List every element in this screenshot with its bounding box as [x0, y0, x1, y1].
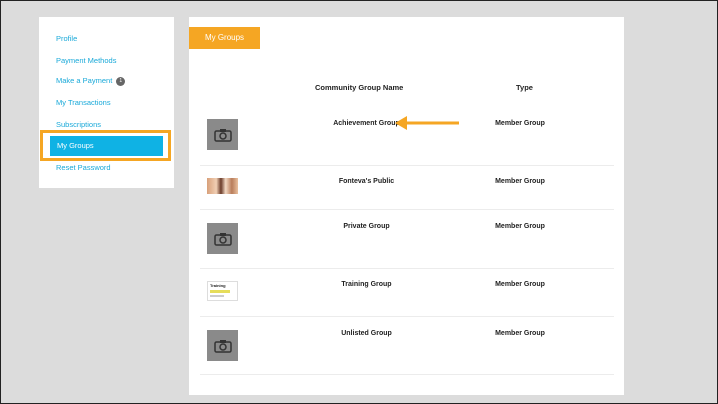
training-image: Training	[207, 281, 238, 301]
sidebar-item-my-groups[interactable]: My Groups	[50, 136, 163, 156]
table-row[interactable]: Unlisted Group Member Group	[200, 316, 614, 375]
sidebar-item-my-transactions[interactable]: My Transactions	[56, 98, 111, 107]
group-type: Member Group	[495, 281, 545, 288]
column-header-name: Community Group Name	[315, 83, 404, 92]
sidebar-item-label: Make a Payment	[56, 76, 113, 85]
training-image-text: Training	[210, 283, 226, 288]
pointer-arrow-icon	[395, 116, 459, 130]
group-name[interactable]: Fonteva's Public	[304, 178, 429, 185]
camera-icon	[207, 330, 238, 361]
group-type: Member Group	[495, 223, 545, 230]
sidebar-item-make-a-payment[interactable]: Make a Payment 1	[56, 76, 126, 86]
camera-icon	[207, 119, 238, 150]
group-type: Member Group	[495, 330, 545, 337]
group-name[interactable]: Unlisted Group	[304, 330, 429, 337]
group-name[interactable]: Private Group	[304, 223, 429, 230]
groups-panel: My Groups Community Group Name Type Achi…	[189, 17, 624, 395]
sidebar-item-reset-password[interactable]: Reset Password	[56, 163, 111, 172]
group-name[interactable]: Training Group	[304, 281, 429, 288]
group-photo	[207, 178, 238, 194]
sidebar-item-subscriptions[interactable]: Subscriptions	[56, 120, 101, 129]
table-row[interactable]: Private Group Member Group	[200, 209, 614, 269]
group-type: Member Group	[495, 178, 545, 185]
sidebar-item-profile[interactable]: Profile	[56, 34, 77, 43]
table-row[interactable]: Fonteva's Public Member Group	[200, 165, 614, 210]
payment-count-badge: 1	[116, 76, 126, 86]
camera-icon	[207, 223, 238, 254]
tab-my-groups[interactable]: My Groups	[189, 27, 260, 49]
account-sidebar: Profile Payment Methods Make a Payment 1 …	[39, 17, 174, 188]
group-type: Member Group	[495, 120, 545, 127]
column-header-type: Type	[516, 83, 533, 92]
table-row[interactable]: Training Training Group Member Group	[200, 268, 614, 317]
sidebar-item-payment-methods[interactable]: Payment Methods	[56, 56, 116, 65]
